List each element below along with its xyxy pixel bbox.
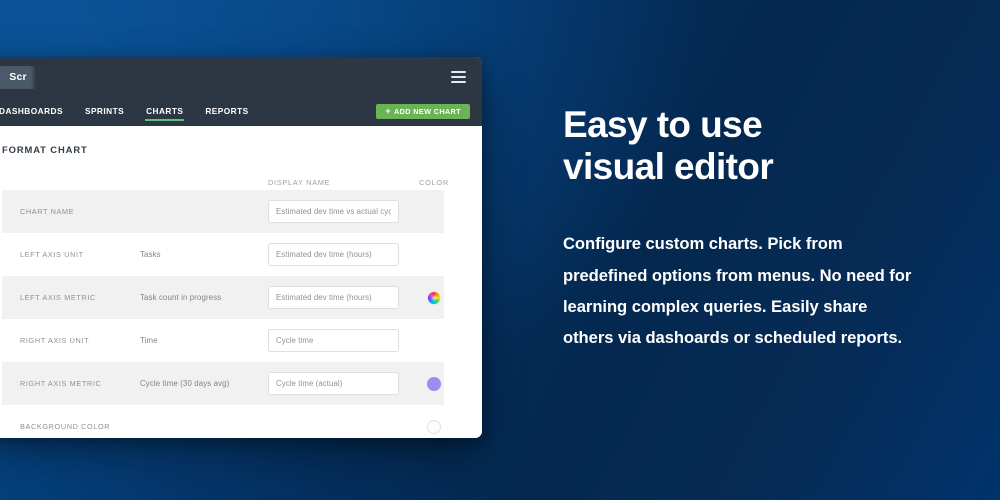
row-label-right-axis-metric: RIGHT AXIS METRIC [20, 379, 102, 388]
plus-icon: + [385, 106, 392, 116]
topbar-upper-row: Scr [0, 57, 482, 97]
nav-tab-sprints[interactable]: SPRINTS [74, 103, 135, 120]
row-value-right-axis-unit: Time [140, 336, 158, 345]
row-label-left-axis-unit: LEFT AXIS UNIT [20, 250, 84, 259]
hamburger-menu-icon[interactable] [451, 71, 466, 83]
table-row: CHART NAME [2, 190, 444, 233]
hamburger-bar-1 [451, 71, 466, 73]
marketing-section: Easy to use visual editor Configure cust… [563, 104, 963, 353]
display-name-input-chart-name[interactable] [268, 200, 399, 223]
color-picker-swatch-left-axis-metric[interactable] [427, 290, 441, 305]
table-row: BACKGROUND COLOR [2, 405, 444, 438]
nav-tab-reports[interactable]: REPORTS [194, 103, 259, 120]
row-value-left-axis-metric: Task count in progress [140, 293, 222, 302]
brand-logo-text: Scr [9, 71, 27, 83]
column-header-display-name: DISPLAY NAME [268, 177, 331, 187]
row-label-chart-name: CHART NAME [20, 207, 75, 216]
hamburger-bar-2 [451, 76, 466, 78]
add-new-chart-label: ADD NEW CHART [394, 107, 461, 116]
table-row: RIGHT AXIS UNIT Time [2, 319, 444, 362]
nav-tab-dashboards[interactable]: DASHBOARDS [0, 103, 74, 120]
format-chart-table: DISPLAY NAME COLOR CHART NAME LEFT AXIS … [2, 174, 448, 438]
column-header-color: COLOR [419, 177, 449, 187]
color-picker-swatch-right-axis-metric[interactable] [427, 376, 441, 391]
nav-tab-charts[interactable]: CHARTS [135, 103, 194, 121]
color-picker-swatch-background-color[interactable] [427, 419, 441, 434]
marketing-body-text: Configure custom charts. Pick from prede… [563, 234, 912, 347]
add-new-chart-button[interactable]: + ADD NEW CHART [376, 104, 470, 119]
marketing-heading: Easy to use visual editor [563, 104, 774, 188]
display-name-input-left-axis-unit[interactable] [268, 243, 399, 266]
app-window: Scr DASHBOARDS SPRINTS CHARTS REPORTS + … [0, 57, 482, 438]
topbar-lower-row: DASHBOARDS SPRINTS CHARTS REPORTS + ADD … [0, 97, 482, 126]
brand-logo[interactable]: Scr [0, 65, 36, 89]
table-row: LEFT AXIS METRIC Task count in progress [2, 276, 444, 319]
display-name-input-right-axis-unit[interactable] [268, 329, 399, 352]
row-label-right-axis-unit: RIGHT AXIS UNIT [20, 336, 90, 345]
table-row: RIGHT AXIS METRIC Cycle time (30 days av… [2, 362, 444, 405]
main-navigation: DASHBOARDS SPRINTS CHARTS REPORTS [0, 103, 260, 121]
page-title: FORMAT CHART [2, 144, 88, 155]
table-header-row: DISPLAY NAME COLOR [2, 174, 448, 190]
row-label-background-color: BACKGROUND COLOR [20, 422, 111, 431]
format-chart-panel: FORMAT CHART DISPLAY NAME COLOR CHART NA… [0, 126, 482, 438]
app-topbar: Scr DASHBOARDS SPRINTS CHARTS REPORTS + … [0, 57, 482, 126]
display-name-input-right-axis-metric[interactable] [268, 372, 399, 395]
display-name-input-left-axis-metric[interactable] [268, 286, 399, 309]
row-value-left-axis-unit: Tasks [140, 250, 161, 259]
row-value-right-axis-metric: Cycle time (30 days avg) [140, 379, 230, 388]
row-label-left-axis-metric: LEFT AXIS METRIC [20, 293, 96, 302]
hamburger-bar-3 [451, 81, 466, 83]
table-row: LEFT AXIS UNIT Tasks [2, 233, 444, 276]
